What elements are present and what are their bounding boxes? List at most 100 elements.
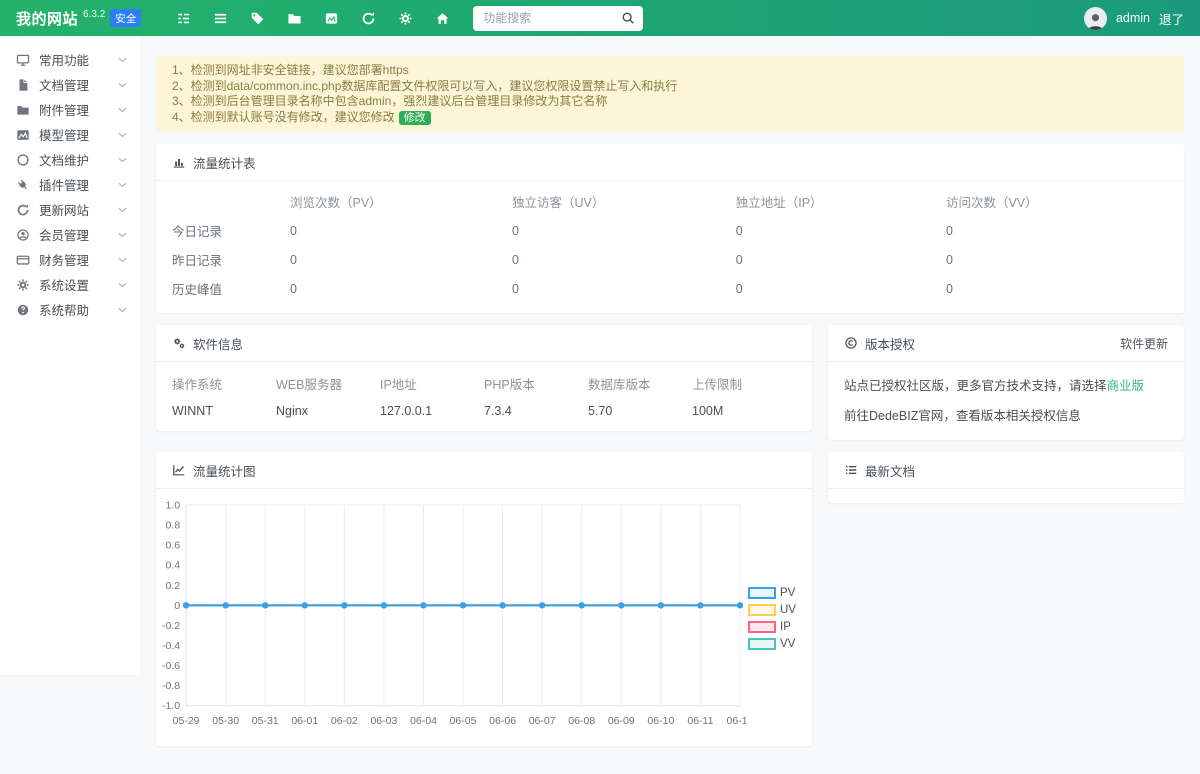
fix-button[interactable]: 修改: [399, 111, 431, 125]
panel-header: 版本授权 软件更新: [828, 325, 1184, 362]
cell-value: 0: [736, 245, 946, 274]
legend-label: IP: [780, 621, 791, 633]
folder-icon[interactable]: [276, 0, 313, 36]
line-chart-icon: [172, 463, 186, 477]
legend-swatch: [748, 604, 776, 616]
search-icon[interactable]: [621, 11, 635, 25]
panel-header: 软件信息: [156, 325, 812, 362]
traffic-chart-panel: 流量统计图 1.00.80.60.40.20-0.2-0.4-0.6-0.8-1…: [156, 452, 812, 746]
column-header-uv: 独立访客（UV）: [512, 185, 736, 216]
legend-item-pv[interactable]: PV: [748, 587, 804, 599]
svg-text:06-05: 06-05: [450, 715, 477, 727]
sidebar-label: 系统帮助: [39, 300, 89, 319]
chevron-down-icon: [118, 157, 127, 163]
sidebar-item-finance[interactable]: 财务管理: [0, 247, 140, 272]
cell-value: 0: [290, 245, 512, 274]
legend-item-ip[interactable]: IP: [748, 621, 804, 633]
panel-title: 软件信息: [193, 334, 243, 353]
panel-header: 最新文档: [828, 452, 1184, 489]
sidebar-item-attachments[interactable]: 附件管理: [0, 97, 140, 122]
topbar: 我的网站 6.3.2 安全: [0, 0, 1200, 36]
sidebar-label: 插件管理: [39, 175, 89, 194]
sidebar-item-update-site[interactable]: 更新网站: [0, 197, 140, 222]
warning-line: 2、检测到data/common.inc.php数据库配置文件权限可以写入，建议…: [172, 79, 1168, 95]
license-panel: 版本授权 软件更新 站点已授权社区版，更多官方技术支持，请选择商业版 前往Ded…: [828, 325, 1184, 440]
sidebar-item-common[interactable]: 常用功能: [0, 47, 140, 72]
sidebar-item-help[interactable]: 系统帮助: [0, 297, 140, 322]
svg-text:06-03: 06-03: [370, 715, 397, 727]
svg-text:06-04: 06-04: [410, 715, 437, 727]
avatar[interactable]: [1084, 7, 1107, 30]
legend-item-vv[interactable]: VV: [748, 638, 804, 650]
svg-text:-0.2: -0.2: [162, 620, 180, 632]
cell-value: 0: [946, 216, 1168, 245]
field-label: WEB服务器: [276, 374, 380, 393]
cell-value: 0: [946, 245, 1168, 274]
sidebar-label: 文档维护: [39, 150, 89, 169]
security-badge[interactable]: 安全: [110, 9, 141, 27]
latest-docs-panel: 最新文档: [828, 452, 1184, 503]
commercial-edition-link[interactable]: 商业版: [1107, 379, 1145, 393]
column-header-vv: 访问次数（VV）: [946, 185, 1168, 216]
logout-link[interactable]: 退了: [1159, 9, 1184, 28]
cogs-icon: [172, 336, 186, 350]
traffic-stats-panel: 流量统计表 浏览次数（PV） 独立访客（UV） 独立地址（IP） 访问次数（VV…: [156, 144, 1184, 313]
table-row: 今日记录 0 0 0 0: [172, 216, 1168, 245]
home-icon[interactable]: [424, 0, 461, 36]
sidebar-label: 文档管理: [39, 75, 89, 94]
list-icon: [844, 463, 858, 477]
cell-value: 0: [290, 274, 512, 303]
search-input[interactable]: [473, 6, 643, 31]
warning-line: 3、检测到后台管理目录名称中包含admin，强烈建议后台管理目录修改为其它名称: [172, 94, 1168, 110]
cell-value: 0: [736, 274, 946, 303]
chevron-down-icon: [118, 207, 127, 213]
svg-text:0.4: 0.4: [165, 560, 180, 572]
desktop-icon: [16, 53, 30, 67]
username[interactable]: admin: [1116, 11, 1150, 25]
traffic-stats-table: 浏览次数（PV） 独立访客（UV） 独立地址（IP） 访问次数（VV） 今日记录…: [156, 181, 1184, 313]
legend-item-uv[interactable]: UV: [748, 604, 804, 616]
sidebar-item-settings[interactable]: 系统设置: [0, 272, 140, 297]
chevron-down-icon: [118, 82, 127, 88]
sidebar-item-members[interactable]: 会员管理: [0, 222, 140, 247]
chevron-down-icon: [118, 232, 127, 238]
chevron-down-icon: [118, 182, 127, 188]
chevron-down-icon: [118, 307, 127, 313]
software-field: PHP版本 7.3.4: [484, 374, 588, 418]
menu-icon[interactable]: [202, 0, 239, 36]
svg-text:05-29: 05-29: [173, 715, 200, 727]
sidebar-item-models[interactable]: 模型管理: [0, 122, 140, 147]
svg-text:0.2: 0.2: [165, 580, 180, 592]
sidebar-item-documents[interactable]: 文档管理: [0, 72, 140, 97]
field-label: 数据库版本: [588, 374, 692, 393]
sidebar-item-plugins[interactable]: 插件管理: [0, 172, 140, 197]
legend-swatch: [748, 621, 776, 633]
tag-icon[interactable]: [239, 0, 276, 36]
svg-text:0.8: 0.8: [165, 520, 180, 532]
row-label: 今日记录: [172, 216, 290, 245]
svg-text:05-31: 05-31: [252, 715, 279, 727]
column-header-pv: 浏览次数（PV）: [290, 185, 512, 216]
field-value: 127.0.0.1: [380, 404, 484, 418]
software-info-panel: 软件信息 操作系统 WINNT WEB服务器 Nginx IP地址 127.0.…: [156, 325, 812, 431]
sidebar-label: 系统设置: [39, 275, 89, 294]
svg-text:06-07: 06-07: [529, 715, 556, 727]
legend-swatch: [748, 587, 776, 599]
traffic-chart-body: 1.00.80.60.40.20-0.2-0.4-0.6-0.8-1.005-2…: [156, 489, 812, 746]
gear-icon[interactable]: [387, 0, 424, 36]
panel-title: 版本授权: [865, 334, 915, 353]
svg-text:0: 0: [174, 600, 180, 612]
svg-text:0.6: 0.6: [165, 540, 180, 552]
cell-value: 0: [290, 216, 512, 245]
sidebar-item-maintenance[interactable]: 文档维护: [0, 147, 140, 172]
stream-icon[interactable]: [165, 0, 202, 36]
credit-card-icon: [16, 253, 30, 267]
svg-text:05-30: 05-30: [212, 715, 239, 727]
software-update-link[interactable]: 软件更新: [1120, 335, 1168, 352]
column-header-empty: [172, 185, 290, 216]
site-title: 我的网站: [16, 8, 78, 29]
field-value: 100M: [692, 404, 796, 418]
refresh-icon[interactable]: [350, 0, 387, 36]
row-label: 历史峰值: [172, 274, 290, 303]
chart-icon[interactable]: [313, 0, 350, 36]
